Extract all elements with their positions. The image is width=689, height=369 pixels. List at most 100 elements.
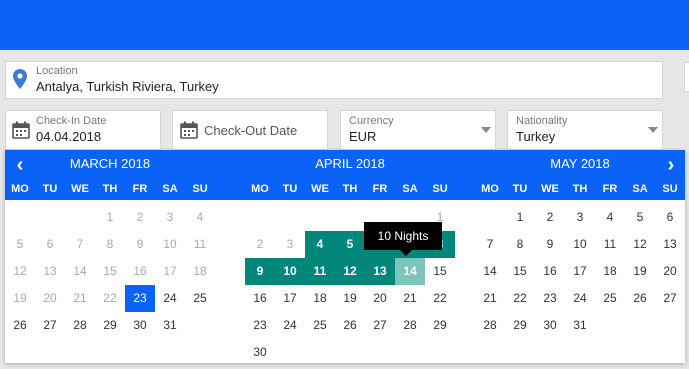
checkout-field[interactable]: Check-Out Date [172,110,328,150]
calendar-day[interactable]: 19 [625,258,655,285]
calendar-day[interactable]: 7 [475,231,505,258]
calendar-day[interactable]: 11 [595,231,625,258]
location-pin-icon [13,69,27,89]
calendar-day[interactable]: 15 [425,258,455,285]
calendar-day: 8 [106,237,114,251]
calendar-icon [180,121,198,139]
chevron-down-icon [481,127,491,133]
calendar-day[interactable]: 20 [365,285,395,312]
calendar-day[interactable]: 22 [505,285,535,312]
weekday-label: SA [402,183,418,195]
calendar-day[interactable]: 10 [275,258,305,285]
calendar-day[interactable]: 30 [245,339,275,366]
calendar-day[interactable]: 3 [565,204,595,231]
calendar-day[interactable]: 14 [475,258,505,285]
calendar-day[interactable]: 1 [505,204,535,231]
location-value: Antalya, Turkish Riviera, Turkey [36,79,219,94]
calendar-day[interactable]: 2 [535,204,565,231]
calendar-day[interactable]: 22 [425,285,455,312]
calendar-day: 4 [196,210,204,224]
calendar-day[interactable]: 27 [35,312,65,339]
calendar-day[interactable]: 12 [625,231,655,258]
calendar-day[interactable]: 24 [155,285,185,312]
calendar-day[interactable]: 8 [505,231,535,258]
calendar-day[interactable]: 30 [125,312,155,339]
weekday-label: WE [71,183,89,195]
calendar-day[interactable]: 4 [595,204,625,231]
weekday-label: TH [342,183,358,195]
calendar-day[interactable]: 26 [335,312,365,339]
calendar-day[interactable]: 18 [305,285,335,312]
calendar-icon [12,121,30,139]
location-field[interactable]: Location Antalya, Turkish Riviera, Turke… [5,61,663,99]
calendar-day[interactable]: 16 [535,258,565,285]
calendar-day[interactable]: 24 [275,312,305,339]
currency-select[interactable]: Currency EUR [340,110,496,150]
calendar-day[interactable]: 21 [395,285,425,312]
calendar-day[interactable]: 19 [335,285,365,312]
calendar-day[interactable]: 24 [565,285,595,312]
calendar-day[interactable]: 30 [535,312,565,339]
calendar-day: 5 [16,237,24,251]
checkout-placeholder: Check-Out Date [204,123,298,138]
side-panel-edge [684,62,689,92]
weekday-label: WE [311,183,329,195]
calendar-day[interactable]: 25 [305,312,335,339]
nights-tooltip: 10 Nights [364,222,442,250]
calendar-day[interactable]: 18 [595,258,625,285]
calendar-day[interactable]: 13 [655,231,685,258]
date-picker: ‹ › MARCH 2018 MO TU WE TH FR SA SU 1 2 3 4 5 6 7 8 9 10 1… [5,150,685,363]
calendar-day[interactable]: 20 [655,258,685,285]
calendar-day[interactable]: 15 [505,258,535,285]
calendar-day[interactable]: 10 [565,231,595,258]
tooltip-arrow [400,250,412,256]
weekday-label: FR [372,183,388,195]
calendar-day: 17 [163,264,177,278]
calendar-day[interactable]: 26 [5,312,35,339]
month-title: MAY 2018 [550,156,610,171]
calendar-day[interactable]: 23 [245,312,275,339]
weekday-label: SU [192,183,208,195]
calendar-day[interactable]: 23 [535,285,565,312]
calendar-day[interactable]: 16 [245,285,275,312]
calendar-day[interactable]: 28 [65,312,95,339]
weekday-label: SA [632,183,648,195]
calendar-day[interactable]: 13 [365,258,395,285]
calendar-day: 3 [166,210,174,224]
calendar-day[interactable]: 9 [245,258,275,285]
checkin-field[interactable]: Check-In Date 04.04.2018 [5,110,161,150]
calendar-day: 2 [256,237,264,251]
calendar-day[interactable]: 5 [625,204,655,231]
calendar-day: 21 [73,291,87,305]
calendar-day[interactable]: 29 [95,312,125,339]
calendar-day[interactable]: 17 [275,285,305,312]
calendar-day[interactable]: 6 [655,204,685,231]
top-bar [0,0,689,50]
calendar-day[interactable]: 26 [625,285,655,312]
calendar-day[interactable]: 4 [305,231,335,258]
nationality-select[interactable]: Nationality Turkey [507,110,663,150]
calendar-day[interactable]: 14 [395,258,425,285]
calendar-day[interactable]: 5 [335,231,365,258]
calendar-day[interactable]: 28 [395,312,425,339]
calendar-day[interactable]: 21 [475,285,505,312]
weekday-label: SU [432,183,448,195]
calendar-day[interactable]: 29 [425,312,455,339]
calendar-day[interactable]: 23 [125,285,155,312]
calendar-day[interactable]: 31 [565,312,595,339]
calendar-day[interactable]: 17 [565,258,595,285]
calendar-day[interactable]: 29 [505,312,535,339]
calendar-day: 16 [133,264,147,278]
calendar-day: 22 [103,291,117,305]
calendar-day[interactable]: 25 [185,285,215,312]
calendar-day[interactable]: 28 [475,312,505,339]
calendar-day[interactable]: 27 [655,285,685,312]
calendar-day[interactable]: 27 [365,312,395,339]
calendar-day[interactable]: 11 [305,258,335,285]
calendar-day[interactable]: 9 [535,231,565,258]
calendar-day[interactable]: 12 [335,258,365,285]
calendar-day: 2 [136,210,144,224]
month-title: MARCH 2018 [69,156,151,171]
calendar-day[interactable]: 25 [595,285,625,312]
calendar-day[interactable]: 31 [155,312,185,339]
